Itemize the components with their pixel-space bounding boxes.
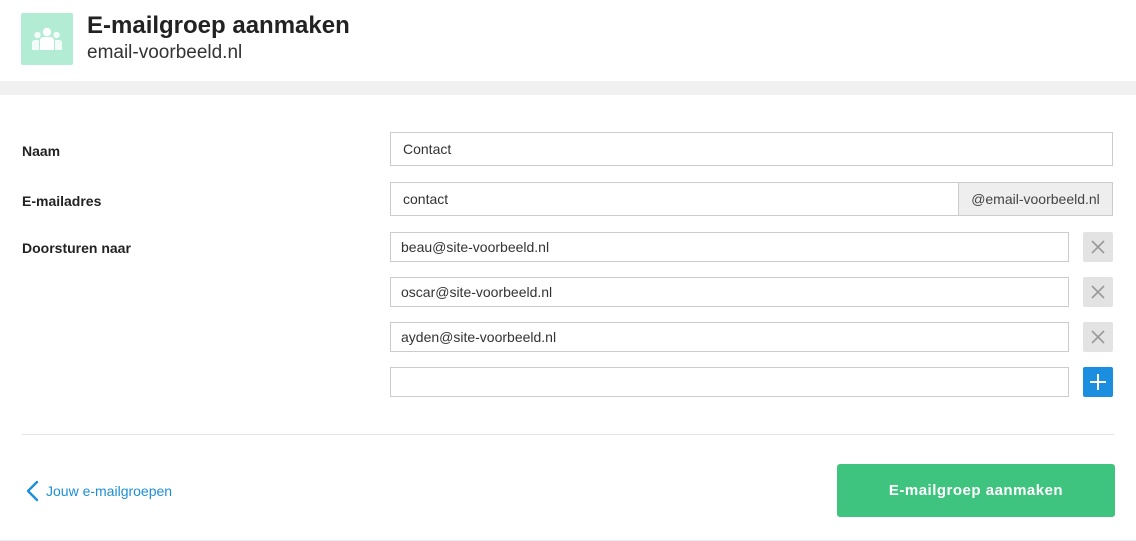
create-email-group-button[interactable]: E-mailgroep aanmaken bbox=[837, 464, 1115, 517]
forward-address-input-3[interactable] bbox=[390, 322, 1069, 352]
close-icon bbox=[1091, 330, 1105, 344]
name-input[interactable] bbox=[390, 132, 1113, 166]
close-icon bbox=[1091, 240, 1105, 254]
group-users-icon bbox=[21, 13, 73, 65]
email-domain-addon: @email-voorbeeld.nl bbox=[958, 182, 1113, 216]
forward-address-input-1[interactable] bbox=[390, 232, 1069, 262]
back-link-label: Jouw e-mailgroepen bbox=[46, 483, 173, 499]
email-label: E-mailadres bbox=[22, 193, 102, 209]
header-divider-bar bbox=[0, 81, 1136, 95]
chevron-left-icon bbox=[26, 480, 39, 502]
close-icon bbox=[1091, 285, 1105, 299]
new-forward-address-input[interactable] bbox=[390, 367, 1069, 397]
name-label: Naam bbox=[22, 143, 61, 159]
form-divider bbox=[22, 434, 1114, 435]
plus-icon bbox=[1090, 374, 1106, 390]
remove-address-button-2[interactable] bbox=[1083, 277, 1113, 307]
remove-address-button-3[interactable] bbox=[1083, 322, 1113, 352]
forward-label: Doorsturen naar bbox=[22, 240, 131, 256]
email-local-part-input[interactable] bbox=[390, 182, 959, 216]
domain-subtitle: email-voorbeeld.nl bbox=[87, 42, 243, 63]
page-header: E-mailgroep aanmaken email-voorbeeld.nl bbox=[0, 0, 1136, 81]
page-title: E-mailgroep aanmaken bbox=[87, 12, 350, 39]
forward-address-input-2[interactable] bbox=[390, 277, 1069, 307]
remove-address-button-1[interactable] bbox=[1083, 232, 1113, 262]
add-address-button[interactable] bbox=[1083, 367, 1113, 397]
